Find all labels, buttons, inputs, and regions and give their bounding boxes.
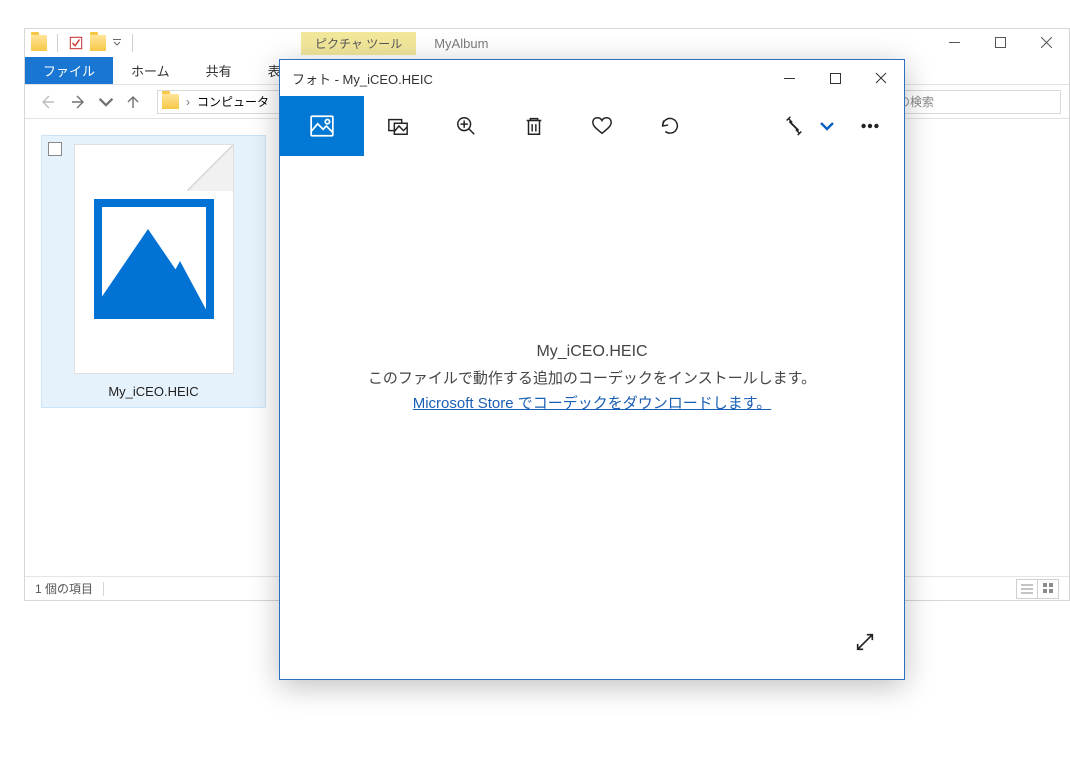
recent-locations-button[interactable] [97, 88, 115, 116]
minimize-button[interactable] [931, 28, 977, 56]
separator [103, 582, 104, 596]
photos-toolbar [280, 96, 904, 156]
maximize-button[interactable] [812, 60, 858, 96]
photos-app-window: フォト - My_iCEO.HEIC [279, 59, 905, 680]
picture-icon [94, 199, 214, 319]
chevron-right-icon[interactable]: › [183, 95, 193, 109]
item-count: 1 個の項目 [35, 580, 93, 597]
edit-button[interactable] [760, 96, 828, 156]
codec-download-link[interactable]: Microsoft Store でコーデックをダウンロードします。 [413, 395, 772, 412]
folder-small-icon[interactable] [90, 35, 106, 51]
properties-icon[interactable] [68, 35, 84, 51]
photos-content-area: My_iCEO.HEIC このファイルで動作する追加のコーデックをインストールし… [280, 156, 904, 679]
separator [57, 34, 58, 52]
delete-button[interactable] [500, 96, 568, 156]
rotate-button[interactable] [636, 96, 704, 156]
compare-icon[interactable] [364, 96, 432, 156]
close-button[interactable] [858, 60, 904, 96]
tab-share[interactable]: 共有 [188, 57, 250, 84]
search-input[interactable]: の検索 [891, 90, 1061, 114]
photos-titlebar[interactable]: フォト - My_iCEO.HEIC [280, 60, 904, 96]
favorite-button[interactable] [568, 96, 636, 156]
file-thumbnail [74, 144, 234, 374]
explorer-titlebar[interactable]: ピクチャ ツール MyAlbum [25, 29, 1069, 57]
forward-button[interactable] [65, 88, 93, 116]
folder-icon [162, 94, 179, 109]
window-title: MyAlbum [434, 36, 488, 51]
view-mode-toggle [1017, 579, 1059, 599]
qat-dropdown[interactable] [112, 32, 122, 54]
back-button[interactable] [33, 88, 61, 116]
error-message: このファイルで動作する追加のコーデックをインストールします。 [368, 367, 816, 388]
file-name-label: My_iCEO.HEIC [108, 384, 198, 399]
file-item[interactable]: My_iCEO.HEIC [41, 135, 266, 408]
error-filename: My_iCEO.HEIC [368, 343, 816, 361]
minimize-button[interactable] [766, 60, 812, 96]
tab-file[interactable]: ファイル [25, 57, 113, 84]
quick-access-toolbar [25, 32, 143, 54]
page-fold-icon [187, 145, 233, 191]
zoom-button[interactable] [432, 96, 500, 156]
more-button[interactable] [836, 96, 904, 156]
up-button[interactable] [119, 88, 147, 116]
folder-icon [31, 35, 47, 51]
picture-tools-context-tab[interactable]: ピクチャ ツール [301, 32, 416, 55]
breadcrumb-segment[interactable]: コンピュータ [197, 93, 269, 110]
thumbnails-view-button[interactable] [1037, 579, 1059, 599]
separator [132, 34, 133, 52]
maximize-button[interactable] [977, 28, 1023, 56]
fullscreen-button[interactable] [846, 623, 884, 661]
photos-window-title: フォト - My_iCEO.HEIC [292, 69, 433, 88]
tab-home[interactable]: ホーム [113, 57, 188, 84]
view-photo-button[interactable] [280, 96, 364, 156]
selection-checkbox[interactable] [48, 142, 62, 156]
close-button[interactable] [1023, 28, 1069, 56]
details-view-button[interactable] [1016, 579, 1038, 599]
